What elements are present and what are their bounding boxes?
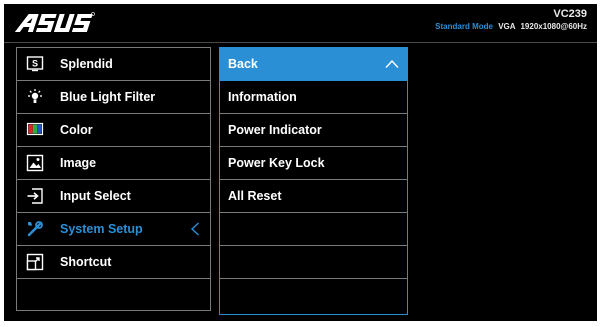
submenu-item-label: Information xyxy=(228,90,297,104)
menu-item-label: Image xyxy=(60,156,97,170)
submenu-item-empty xyxy=(220,279,407,311)
model-name: VC239 xyxy=(553,8,587,20)
shortcut-icon xyxy=(26,253,44,271)
menu-item-label: Blue Light Filter xyxy=(60,90,156,104)
submenu-item-power-key-lock[interactable]: Power Key Lock xyxy=(220,147,407,180)
submenu-item-label: Power Indicator xyxy=(228,123,322,137)
submenu-item-back[interactable]: Back xyxy=(220,48,407,81)
submenu-item-label: All Reset xyxy=(228,189,282,203)
submenu-item-empty xyxy=(220,213,407,246)
resolution: 1920x1080@60Hz xyxy=(520,22,587,31)
menu-item-label: System Setup xyxy=(60,222,143,236)
submenu-item-information[interactable]: Information xyxy=(220,81,407,114)
chevron-left-icon xyxy=(190,222,200,236)
menu-item-empty xyxy=(17,279,210,311)
menu-item-blue-light-filter[interactable]: Blue Light Filter xyxy=(17,81,210,114)
menu-item-color[interactable]: Color xyxy=(17,114,210,147)
chevron-up-icon xyxy=(385,58,399,68)
submenu-item-all-reset[interactable]: All Reset xyxy=(220,180,407,213)
submenu-item-power-indicator[interactable]: Power Indicator xyxy=(220,114,407,147)
menu-item-label: Input Select xyxy=(60,189,131,203)
menu-item-label: Color xyxy=(60,123,93,137)
menu-item-system-setup[interactable]: System Setup xyxy=(17,213,210,246)
osd-window: VC239 Standard Mode VGA 1920x1080@60Hz S… xyxy=(4,4,597,321)
submenu-item-label: Back xyxy=(228,57,258,71)
blue-light-icon xyxy=(26,88,44,106)
menu-item-label: Shortcut xyxy=(60,255,112,269)
submenu: Back Information Power Indicator Power K… xyxy=(219,47,408,315)
display-mode: Standard Mode xyxy=(435,22,493,31)
input-select-icon xyxy=(26,187,44,205)
splendid-icon: S xyxy=(26,55,44,73)
status-line: Standard Mode VGA 1920x1080@60Hz xyxy=(435,22,587,31)
menu-item-shortcut[interactable]: Shortcut xyxy=(17,246,210,279)
submenu-item-empty xyxy=(220,246,407,279)
menu-item-image[interactable]: Image xyxy=(17,147,210,180)
main-menu: S Splendid Blue Light Filter Color Image… xyxy=(16,47,211,311)
menu-item-label: Splendid xyxy=(60,57,113,71)
image-icon xyxy=(26,154,44,172)
menu-item-input-select[interactable]: Input Select xyxy=(17,180,210,213)
menu-item-splendid[interactable]: S Splendid xyxy=(17,48,210,81)
asus-logo xyxy=(12,10,96,38)
color-icon xyxy=(26,121,44,139)
svg-text:S: S xyxy=(32,59,38,69)
system-setup-icon xyxy=(26,220,44,238)
input-signal: VGA xyxy=(498,22,516,31)
submenu-item-label: Power Key Lock xyxy=(228,156,325,170)
header-divider xyxy=(4,42,597,43)
